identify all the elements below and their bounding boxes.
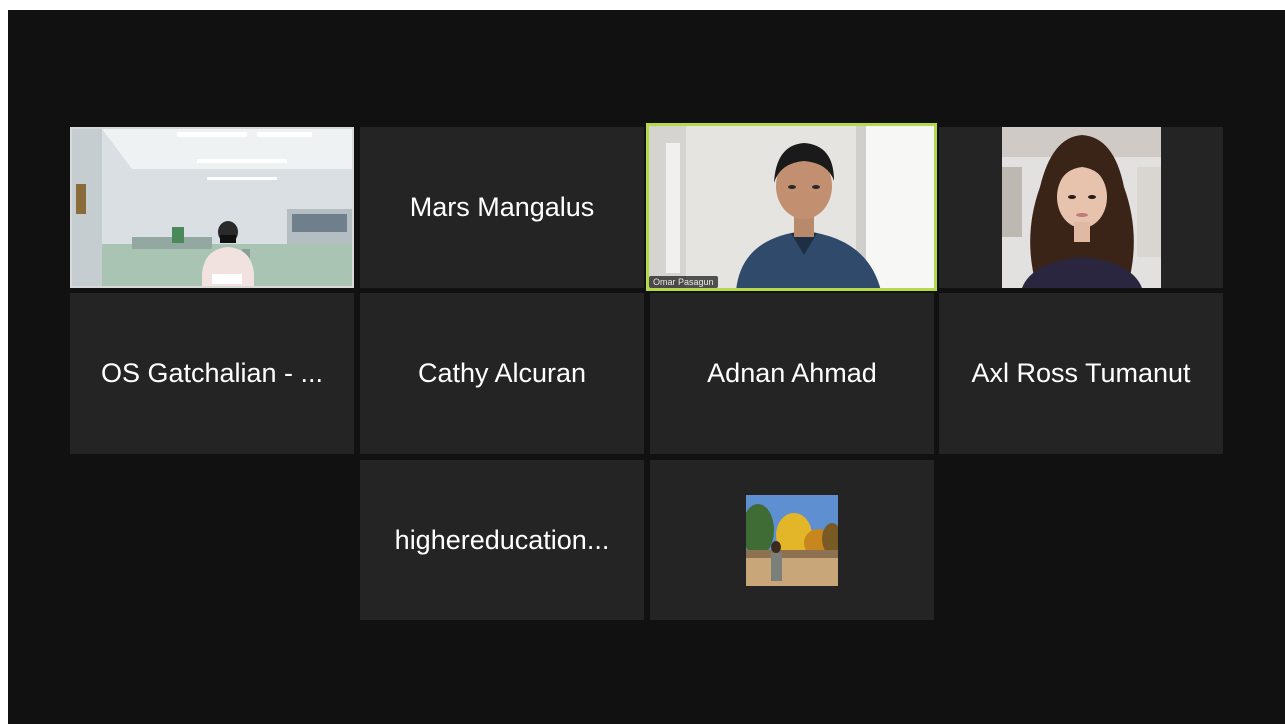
- woman-scene-image: [1002, 127, 1161, 288]
- office-video-feed: [70, 127, 354, 288]
- woman-video-feed: [1002, 127, 1161, 288]
- participant-tile[interactable]: Adnan Ahmad: [650, 293, 934, 454]
- participant-tile-active-speaker[interactable]: Omar Pasagun: [646, 123, 937, 291]
- participant-tile[interactable]: Mars Mangalus: [360, 127, 644, 288]
- participant-name: highereducation...: [394, 524, 610, 555]
- video-name-tag: Omar Pasagun: [649, 276, 718, 288]
- participant-tile-avatar[interactable]: [650, 460, 934, 620]
- participant-tile[interactable]: highereducation...: [360, 460, 644, 620]
- participant-tile[interactable]: Cathy Alcuran: [360, 293, 644, 454]
- participant-name: Adnan Ahmad: [707, 358, 877, 388]
- participant-tile[interactable]: OS Gatchalian - ...: [70, 293, 354, 454]
- meeting-window: Mars Mangalus Omar Pasagun OS Gatchalian…: [8, 10, 1285, 724]
- participant-name: Axl Ross Tumanut: [971, 358, 1191, 388]
- profile-photo-avatar: [746, 495, 838, 586]
- speaker-video-feed: Omar Pasagun: [646, 123, 937, 291]
- autumn-trees-photo-icon: [746, 495, 838, 586]
- participant-tile-office-video[interactable]: [70, 127, 354, 288]
- participant-tile-woman-video[interactable]: [939, 127, 1223, 288]
- participant-name: Mars Mangalus: [409, 192, 595, 222]
- speaker-scene-image: [646, 123, 937, 291]
- participant-name: Cathy Alcuran: [417, 358, 587, 388]
- participant-name: OS Gatchalian - ...: [100, 358, 324, 388]
- office-scene-image: [72, 129, 352, 286]
- participant-tile[interactable]: Axl Ross Tumanut: [939, 293, 1223, 454]
